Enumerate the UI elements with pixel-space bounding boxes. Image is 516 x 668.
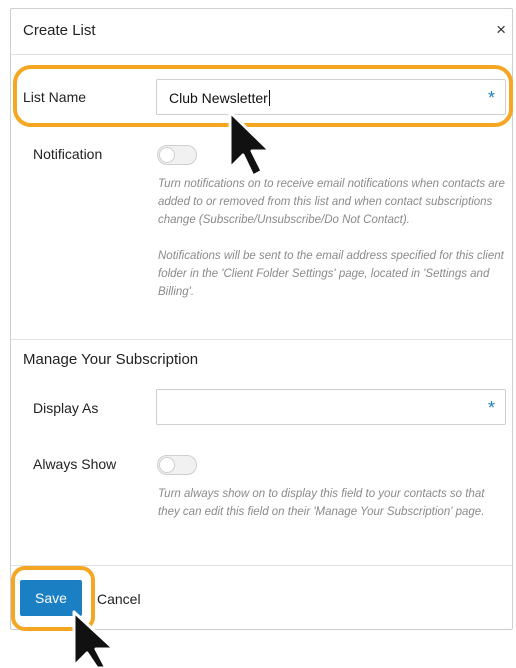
notification-toggle[interactable] [157, 145, 197, 165]
notification-label: Notification [33, 146, 103, 162]
save-button[interactable]: Save [20, 580, 82, 616]
always-show-help-text: Turn always show on to display this fiel… [158, 488, 485, 518]
always-show-toggle[interactable] [157, 455, 197, 475]
dialog-header: Create List × [11, 9, 512, 55]
required-asterisk: * [487, 398, 495, 418]
dialog-title: Create List [23, 22, 96, 39]
required-asterisk: * [487, 88, 495, 108]
close-icon[interactable]: × [496, 21, 506, 39]
toggle-knob [159, 457, 175, 473]
cancel-button[interactable]: Cancel [97, 591, 141, 607]
manage-subscription-title: Manage Your Subscription [23, 351, 199, 368]
list-name-input[interactable]: Club Newsletter * [156, 79, 506, 115]
create-list-dialog: Create List × List Name Club Newsletter … [10, 8, 513, 630]
display-as-input[interactable]: * [156, 389, 506, 425]
always-show-label: Always Show [33, 456, 117, 472]
text-caret [268, 90, 270, 106]
section-divider [11, 339, 512, 340]
display-as-label: Display As [33, 400, 99, 416]
notification-email-help-text: Notifications will be sent to the email … [158, 250, 504, 298]
list-name-label: List Name [23, 89, 87, 105]
footer-divider [11, 565, 512, 566]
list-name-value: Club Newsletter [169, 90, 268, 106]
notification-help-text: Turn notifications on to receive email n… [158, 178, 505, 226]
toggle-knob [159, 147, 175, 163]
